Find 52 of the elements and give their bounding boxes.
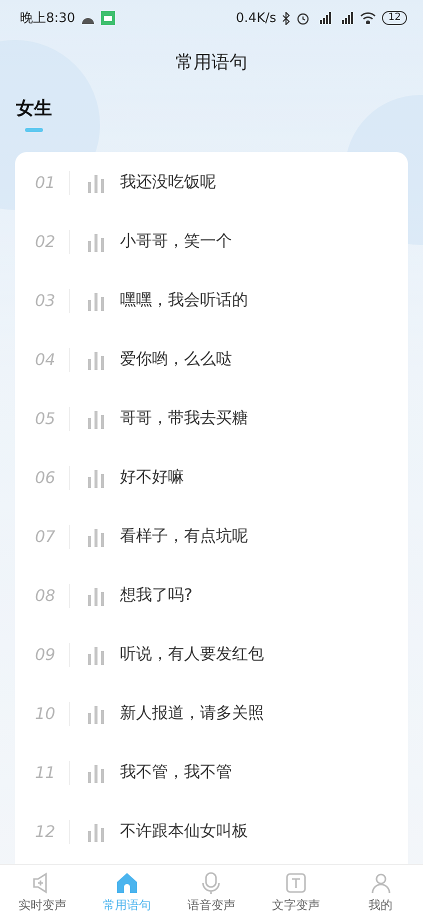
nav-tab[interactable]: 实时变声 xyxy=(0,865,85,920)
sound-bars-icon[interactable] xyxy=(86,232,106,252)
sound-bars-icon[interactable] xyxy=(86,644,106,664)
phrase-number: 07 xyxy=(35,527,56,546)
phrase-number: 12 xyxy=(35,822,56,841)
sound-bars-icon[interactable] xyxy=(86,586,106,606)
alarm-icon xyxy=(296,11,310,25)
nav-tab[interactable]: 语音变声 xyxy=(169,865,254,920)
phrase-number: 05 xyxy=(35,409,56,428)
battery-indicator: 12 xyxy=(382,11,407,25)
status-time: 晚上8:30 xyxy=(20,10,76,27)
phrase-number: 04 xyxy=(35,350,56,369)
phrase-text[interactable]: 我不管，我不管 xyxy=(120,762,232,783)
phrase-text[interactable]: 新人报道，请多关照 xyxy=(120,703,264,724)
phrase-text[interactable]: 听说，有人要发红包 xyxy=(120,644,264,665)
bluetooth-icon xyxy=(282,12,290,24)
wifi-icon xyxy=(360,12,376,24)
sound-bars-icon[interactable] xyxy=(86,172,106,192)
nav-tab[interactable]: 文字变声 xyxy=(254,865,338,920)
category-tab[interactable]: 女生 xyxy=(16,96,52,132)
person-icon xyxy=(368,871,393,895)
network-speed: 0.4K/s xyxy=(236,10,276,26)
sound-bars-icon[interactable] xyxy=(86,704,106,724)
nav-tab[interactable]: 我的 xyxy=(338,865,423,920)
page-title: 常用语句 xyxy=(176,52,248,73)
phrase-number: 06 xyxy=(35,468,56,487)
phrase-number: 09 xyxy=(35,645,56,664)
phrase-text[interactable]: 好不好嘛 xyxy=(120,467,184,488)
phrase-number: 01 xyxy=(35,173,56,192)
sound-bars-icon[interactable] xyxy=(86,762,106,782)
sound-bars-icon[interactable] xyxy=(86,822,106,842)
app-notification-icon xyxy=(101,11,116,25)
sound-bars-icon[interactable] xyxy=(86,468,106,488)
phrase-text[interactable]: 哥哥，带我去买糖 xyxy=(120,408,248,429)
sound-bars-icon[interactable] xyxy=(86,350,106,370)
phrase-text[interactable]: 嘿嘿，我会听话的 xyxy=(120,290,248,311)
home-icon xyxy=(114,871,139,895)
phrase-number: 10 xyxy=(35,704,56,723)
sound-bars-icon[interactable] xyxy=(86,526,106,546)
phrase-number: 03 xyxy=(35,291,56,310)
phrase-text[interactable]: 爱你哟，么么哒 xyxy=(120,349,232,370)
text-icon xyxy=(284,871,308,895)
phrase-number: 02 xyxy=(35,232,56,251)
phrase-text[interactable]: 不许跟本仙女叫板 xyxy=(120,821,248,842)
phrase-number: 08 xyxy=(35,586,56,605)
phrase-text[interactable]: 看样子，有点坑呢 xyxy=(120,526,248,547)
phrase-text[interactable]: 小哥哥，笑一个 xyxy=(120,231,232,252)
phrase-number: 11 xyxy=(35,763,56,782)
phrase-text[interactable]: 我还没吃饭呢 xyxy=(120,172,216,193)
phrase-text[interactable]: 想我了吗? xyxy=(120,585,192,606)
sound-bars-icon[interactable] xyxy=(86,290,106,310)
sound-bars-icon[interactable] xyxy=(86,408,106,428)
